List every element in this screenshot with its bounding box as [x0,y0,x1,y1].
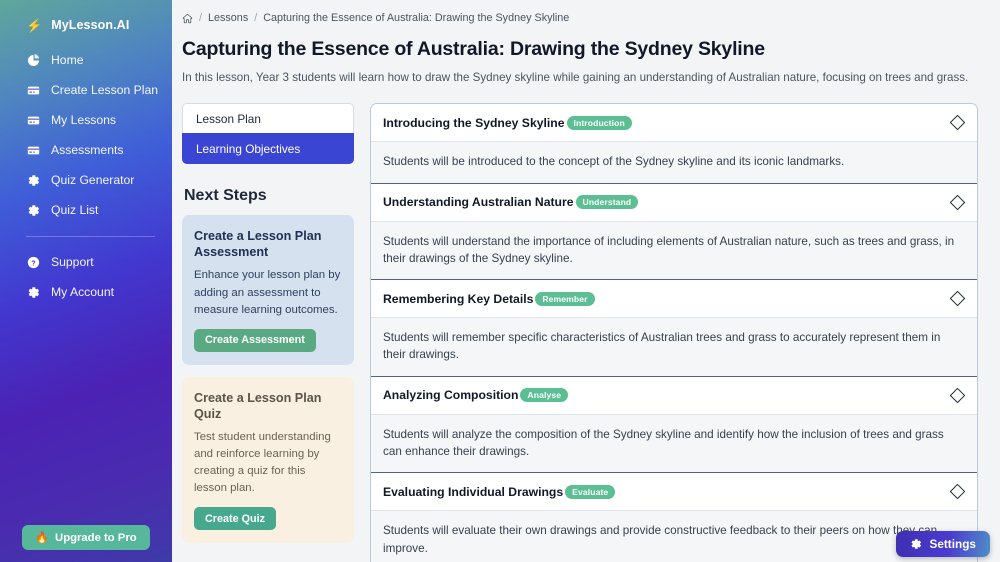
accordion-title-wrap: Understanding Australian Nature Understa… [383,195,639,210]
main-content: / Lessons / Capturing the Essence of Aus… [172,0,1000,562]
upgrade-to-pro-button[interactable]: 🔥 Upgrade to Pro [22,525,150,550]
next-step-card-assessment: Create a Lesson Plan Assessment Enhance … [182,215,354,365]
sidebar-item-my-account[interactable]: My Account [0,277,172,307]
status-badge: Evaluate [565,484,616,499]
settings-button[interactable]: Settings [896,531,990,557]
gear-icon [910,538,922,550]
accordion-body: Students will analyze the composition of… [371,413,977,473]
card-body: Test student understanding and reinforce… [194,430,331,495]
sidebar-item-label: Support [51,255,94,269]
sidebar-item-quiz-generator[interactable]: Quiz Generator [0,165,172,195]
card-icon [26,143,40,157]
accordion-item: Understanding Australian Nature Understa… [371,182,977,280]
accordion-header[interactable]: Introducing the Sydney Skyline Introduct… [371,104,977,142]
question-circle-icon: ? [26,255,40,269]
accordion-body: Students will evaluate their own drawing… [371,510,977,562]
gear-icon [26,203,40,217]
accordion-header[interactable]: Evaluating Individual Drawings Evaluate [371,473,977,511]
chevron-down-icon[interactable] [949,194,966,210]
accordion-title: Understanding Australian Nature [383,195,574,210]
accordion-item: Introducing the Sydney Skyline Introduct… [371,104,977,183]
accordion-title: Introducing the Sydney Skyline [383,115,565,130]
breadcrumb-item-current: Capturing the Essence of Australia: Draw… [263,12,570,24]
chevron-down-icon[interactable] [949,484,966,500]
accordion-title-wrap: Introducing the Sydney Skyline Introduct… [383,115,632,130]
sidebar-divider [26,236,155,237]
accordion-item: Evaluating Individual Drawings Evaluate … [371,472,977,562]
card-body: Enhance your lesson plan by adding an as… [194,269,341,316]
accordion-title-wrap: Remembering Key Details Remember [383,291,595,306]
accordion-title: Evaluating Individual Drawings [383,484,564,499]
page-subtitle: In this lesson, Year 3 students will lea… [182,71,969,84]
breadcrumb-separator: / [254,12,258,24]
accordion-body: Students will understand the importance … [371,220,977,280]
breadcrumb-separator: / [199,12,202,24]
svg-text:?: ? [31,258,36,267]
sidebar-item-label: Create Lesson Plan [51,83,159,97]
tab-lesson-plan[interactable]: Lesson Plan [182,103,354,135]
bolt-icon: ⚡ [26,17,43,33]
accordion-item: Analyzing Composition Analyse Students w… [371,375,977,473]
sidebar-item-label: Quiz Generator [51,173,135,187]
sidebar-nav: Home Create Lesson Plan My Lessons Asses… [0,45,172,307]
accordion-title-wrap: Evaluating Individual Drawings Evaluate [383,484,616,499]
accordion-body: Students will be introduced to the conce… [371,141,977,183]
settings-label: Settings [929,537,976,551]
breadcrumb: / Lessons / Capturing the Essence of Aus… [182,10,978,26]
sidebar-item-label: Assessments [51,143,124,157]
accordion-header[interactable]: Understanding Australian Nature Understa… [371,183,977,221]
accordion-title: Remembering Key Details [383,291,534,306]
sidebar-item-assessments[interactable]: Assessments [0,135,172,165]
accordion-title-wrap: Analyzing Composition Analyse [383,388,569,403]
accordion-item: Remembering Key Details Remember Student… [371,279,977,376]
brand-label: MyLesson.AI [51,18,130,32]
next-step-card-quiz: Create a Lesson Plan Quiz Test student u… [182,376,354,544]
tab-label: Lesson Plan [196,111,261,126]
next-steps-heading: Next Steps [184,187,267,205]
status-badge: Understand [575,195,639,210]
gear-icon [26,173,40,187]
content-columns: Lesson Plan Learning Objectives Next Ste… [182,103,978,562]
sidebar-item-label: My Lessons [51,113,117,127]
sidebar-item-quiz-list[interactable]: Quiz List [0,195,172,225]
brand-logo[interactable]: ⚡ MyLesson.AI [0,12,172,38]
accordion-body: Students will remember specific characte… [371,317,977,376]
accordion-header[interactable]: Remembering Key Details Remember [371,280,977,318]
status-badge: Analyse [520,388,569,403]
sidebar-item-label: Home [51,53,84,67]
objectives-accordion: Introducing the Sydney Skyline Introduct… [370,103,978,562]
flame-icon: 🔥 [35,532,50,544]
app-root: ⚡ MyLesson.AI Home Create Lesson Plan My… [0,0,1000,562]
home-icon[interactable] [182,13,193,24]
chevron-down-icon[interactable] [949,290,966,307]
objectives-panel: Introducing the Sydney Skyline Introduct… [370,103,978,562]
breadcrumb-item-lessons[interactable]: Lessons [208,12,248,24]
left-panel: Lesson Plan Learning Objectives Next Ste… [182,103,354,544]
status-badge: Introduction [566,115,632,130]
page-title: Capturing the Essence of Australia: Draw… [182,38,765,60]
sidebar-item-label: My Account [51,285,114,299]
status-badge: Remember [535,291,595,306]
sidebar-item-support[interactable]: ? Support [0,247,172,277]
create-quiz-button[interactable]: Create Quiz [194,507,276,531]
accordion-title: Analyzing Composition [383,388,519,403]
upgrade-label: Upgrade to Pro [55,531,137,544]
chevron-down-icon[interactable] [949,387,966,404]
tab-learning-objectives[interactable]: Learning Objectives [182,133,354,165]
accordion-header[interactable]: Analyzing Composition Analyse [371,376,977,414]
card-icon [26,83,40,97]
card-icon [26,113,40,127]
sidebar: ⚡ MyLesson.AI Home Create Lesson Plan My… [0,0,172,562]
create-assessment-button[interactable]: Create Assessment [194,328,316,352]
sidebar-item-my-lessons[interactable]: My Lessons [0,105,172,135]
sidebar-item-create-lesson-plan[interactable]: Create Lesson Plan [0,75,172,105]
gear-icon [26,285,40,299]
sidebar-item-home[interactable]: Home [0,45,172,75]
sidebar-item-label: Quiz List [51,203,99,217]
pie-chart-icon [26,53,40,67]
card-title: Create a Lesson Plan Assessment [194,229,322,260]
card-title: Create a Lesson Plan Quiz [194,390,322,421]
tab-label: Learning Objectives [196,141,301,156]
chevron-down-icon[interactable] [949,114,966,131]
